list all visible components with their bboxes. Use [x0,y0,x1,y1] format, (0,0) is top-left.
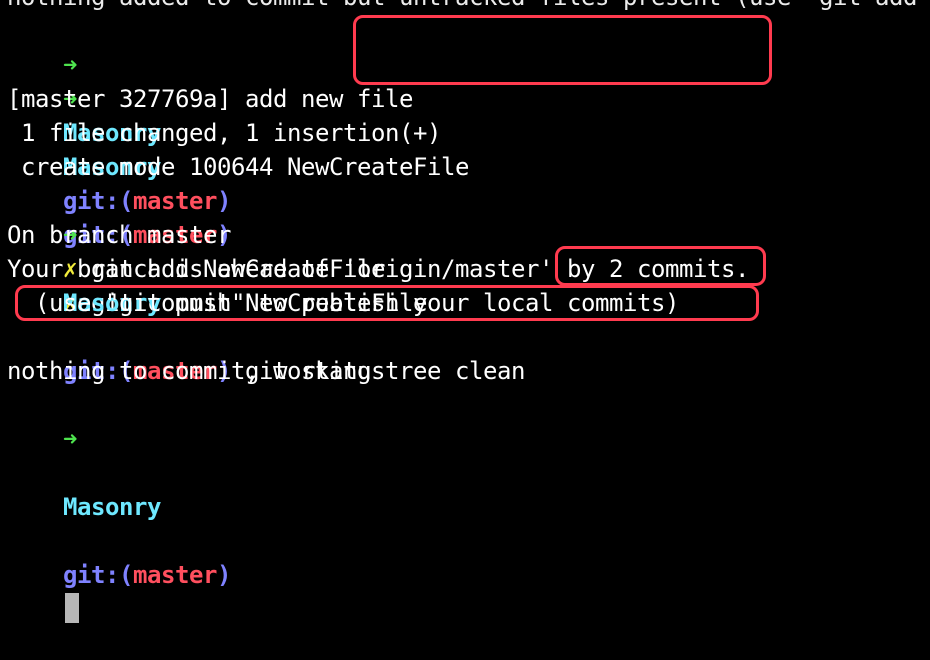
terminal-prompt-line: ➜ Masonry git:(master) ✗ git add NewCrea… [7,14,385,283]
text-cursor [65,593,79,623]
commands-highlight-box [353,15,772,85]
git-label-close: ) [217,561,231,589]
git-label: git:( [63,561,133,589]
terminal-output-cropped-line: nothing added to commit but untracked fi… [7,0,917,14]
terminal-prompt-line: ➜ Masonry git:(master) git status [7,184,385,385]
git-branch: master [133,561,217,589]
terminal-output-line: 1 file changed, 1 insertion(+) [7,119,441,147]
terminal-output-line: nothing to commit, working tree clean [7,357,525,385]
commit-count-highlight-box [555,246,766,286]
terminal-active-prompt-line[interactable]: ➜ Masonry git:(master) [7,388,231,623]
terminal-output-line: On branch master [7,221,231,249]
prompt-arrow-icon: ➜ [63,425,77,453]
terminal-output-line: create mode 100644 NewCreateFile [7,153,469,181]
git-push-hint-highlight-box [15,285,759,321]
terminal-output-line: [master 327769a] add new file [7,85,413,113]
prompt-directory: Masonry [63,493,161,521]
terminal-window[interactable]: nothing added to commit but untracked fi… [0,0,930,623]
